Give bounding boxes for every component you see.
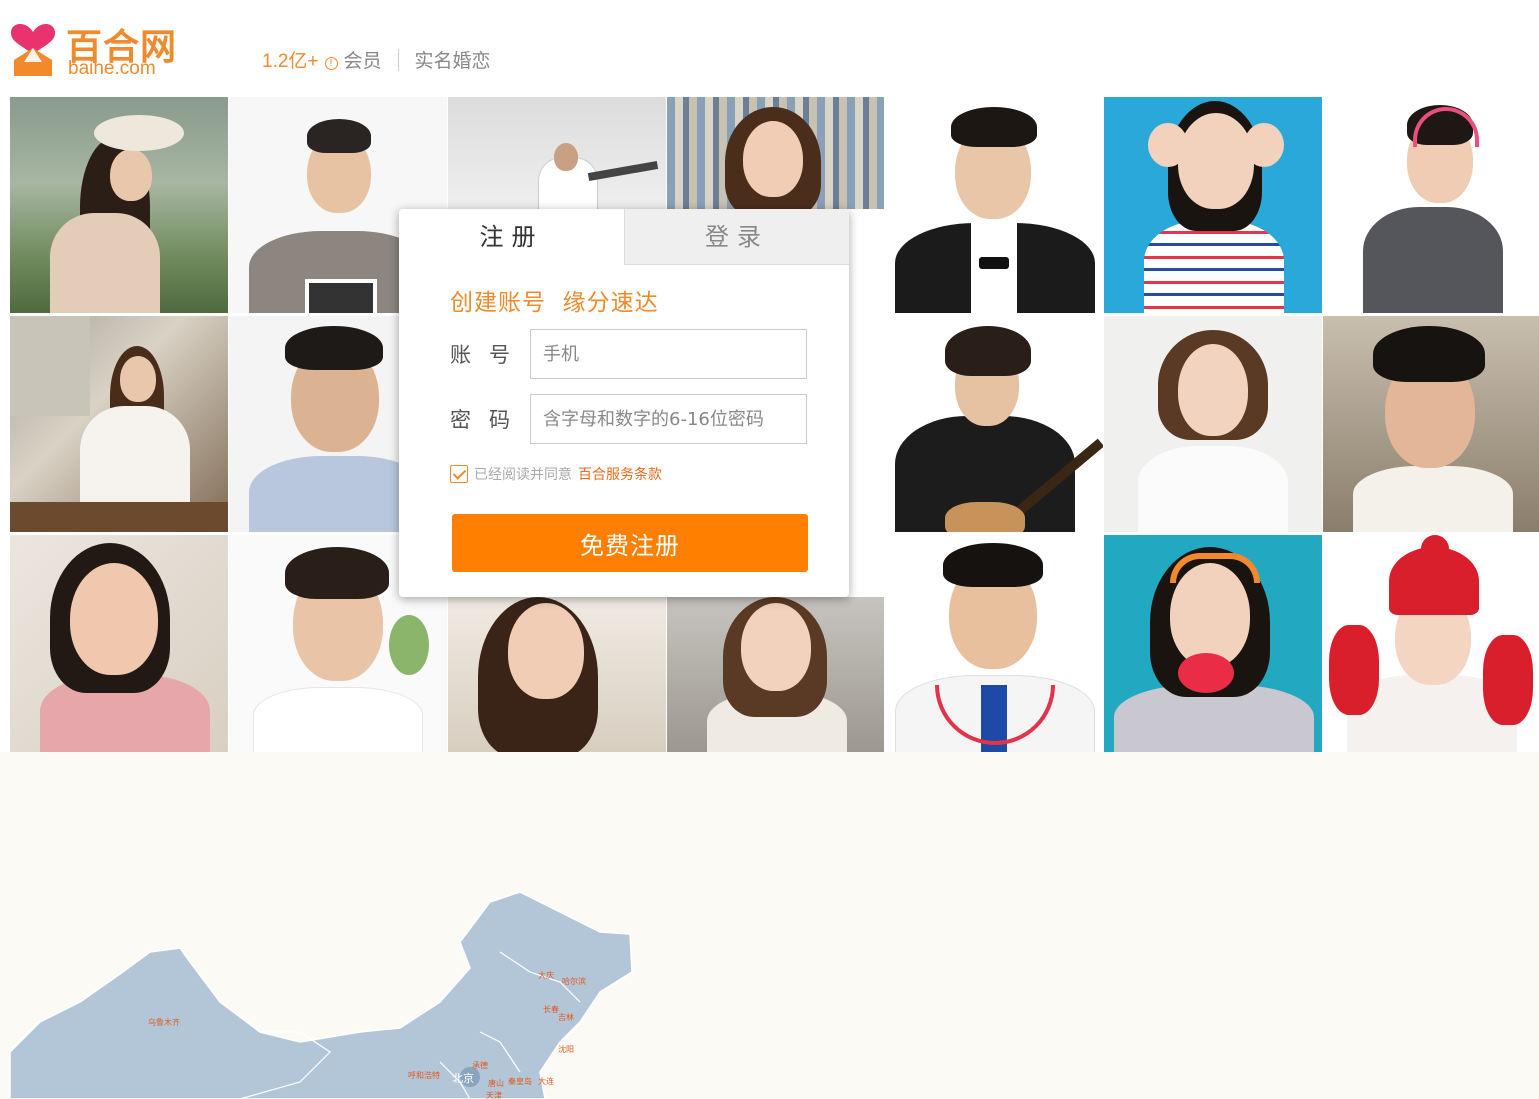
city-label: 大庆 — [538, 970, 554, 980]
info-icon[interactable]: ! — [324, 57, 338, 70]
photo-young-man-portrait — [1323, 316, 1539, 532]
photo-woman-with-makeup-brush — [1104, 316, 1322, 532]
tab-register[interactable]: 注册 — [399, 209, 624, 265]
header-meta: 1.2亿+ ! 会员 实名婚恋 — [262, 46, 491, 73]
header: 百合网 baihe.com 1.2亿+ ! 会员 实名婚恋 — [0, 0, 1539, 97]
city-label: 唐山 — [488, 1078, 504, 1088]
divider — [397, 48, 399, 71]
password-input[interactable] — [530, 394, 807, 444]
city-label: 吉林 — [558, 1012, 574, 1022]
baihe-logo[interactable]: 百合网 baihe.com — [8, 18, 178, 80]
photo-woman-with-headphones — [1323, 97, 1539, 313]
city-label: 大连 — [538, 1076, 554, 1086]
password-row: 密码 — [450, 394, 807, 444]
photo-woman-with-heart-props — [1104, 535, 1322, 752]
member-label: 会员 — [343, 50, 382, 72]
auth-tabs: 注册 登录 — [399, 209, 849, 265]
free-register-button[interactable]: 免费注册 — [452, 514, 808, 572]
photo-man-playing-guitar — [885, 316, 1103, 532]
agreement: 已经阅读并同意 百合服务条款 — [450, 464, 662, 484]
photo-woman-with-headphones-street — [667, 597, 884, 752]
tab-login[interactable]: 登录 — [624, 209, 849, 265]
photo-woman-ok-gesture — [1104, 97, 1322, 313]
photo-woman-side-profile — [448, 597, 666, 752]
city-label: 沈阳 — [558, 1044, 574, 1054]
account-input[interactable] — [530, 329, 807, 379]
city-label: 秦皇岛 — [508, 1076, 532, 1086]
map-shape — [9, 891, 633, 1099]
photo-woman-in-red-hat — [1323, 535, 1539, 752]
lower-section: 乌鲁木齐 大庆 哈尔滨 长春 吉林 沈阳 呼和浩特 北京 承德 唐山 秦皇岛 大… — [0, 752, 1539, 1099]
city-label: 乌鲁木齐 — [148, 1017, 180, 1027]
china-map: 乌鲁木齐 大庆 哈尔滨 长春 吉林 沈阳 呼和浩特 北京 承德 唐山 秦皇岛 大… — [9, 891, 633, 1099]
slogan: 创建账号 缘分速达 — [450, 290, 659, 316]
photo-doctor-with-stethoscope — [885, 535, 1103, 752]
photo-woman-in-sun-hat — [10, 97, 228, 313]
register-login-dialog: 注册 登录 创建账号 缘分速达 账号 密码 已经阅读并同意 百合服务条款 免费注… — [399, 209, 849, 597]
city-label: 长春 — [543, 1004, 559, 1014]
photo-woman-smiling — [10, 535, 228, 752]
city-label: 天津 — [486, 1090, 502, 1099]
photo-man-in-tuxedo — [885, 97, 1103, 313]
agree-text: 已经阅读并同意 — [474, 467, 572, 483]
account-label: 账号 — [450, 343, 528, 367]
account-row: 账号 — [450, 329, 807, 379]
photo-man-jumping — [448, 97, 666, 209]
password-label: 密码 — [450, 408, 528, 432]
terms-link[interactable]: 百合服务条款 — [578, 464, 662, 484]
city-label-beijing: 北京 — [452, 1071, 474, 1085]
city-label: 呼和浩特 — [408, 1070, 440, 1080]
photo-woman-in-library — [667, 97, 884, 209]
city-label: 承德 — [472, 1060, 488, 1070]
tagline: 实名婚恋 — [414, 50, 491, 72]
agree-checkbox[interactable] — [450, 465, 468, 483]
logo-text-en: baihe.com — [68, 58, 156, 79]
city-label: 哈尔滨 — [562, 976, 586, 986]
logo-heart-icon — [10, 23, 56, 76]
photo-woman-with-ukulele — [10, 316, 228, 532]
member-count: 1.2亿+ — [262, 51, 319, 72]
